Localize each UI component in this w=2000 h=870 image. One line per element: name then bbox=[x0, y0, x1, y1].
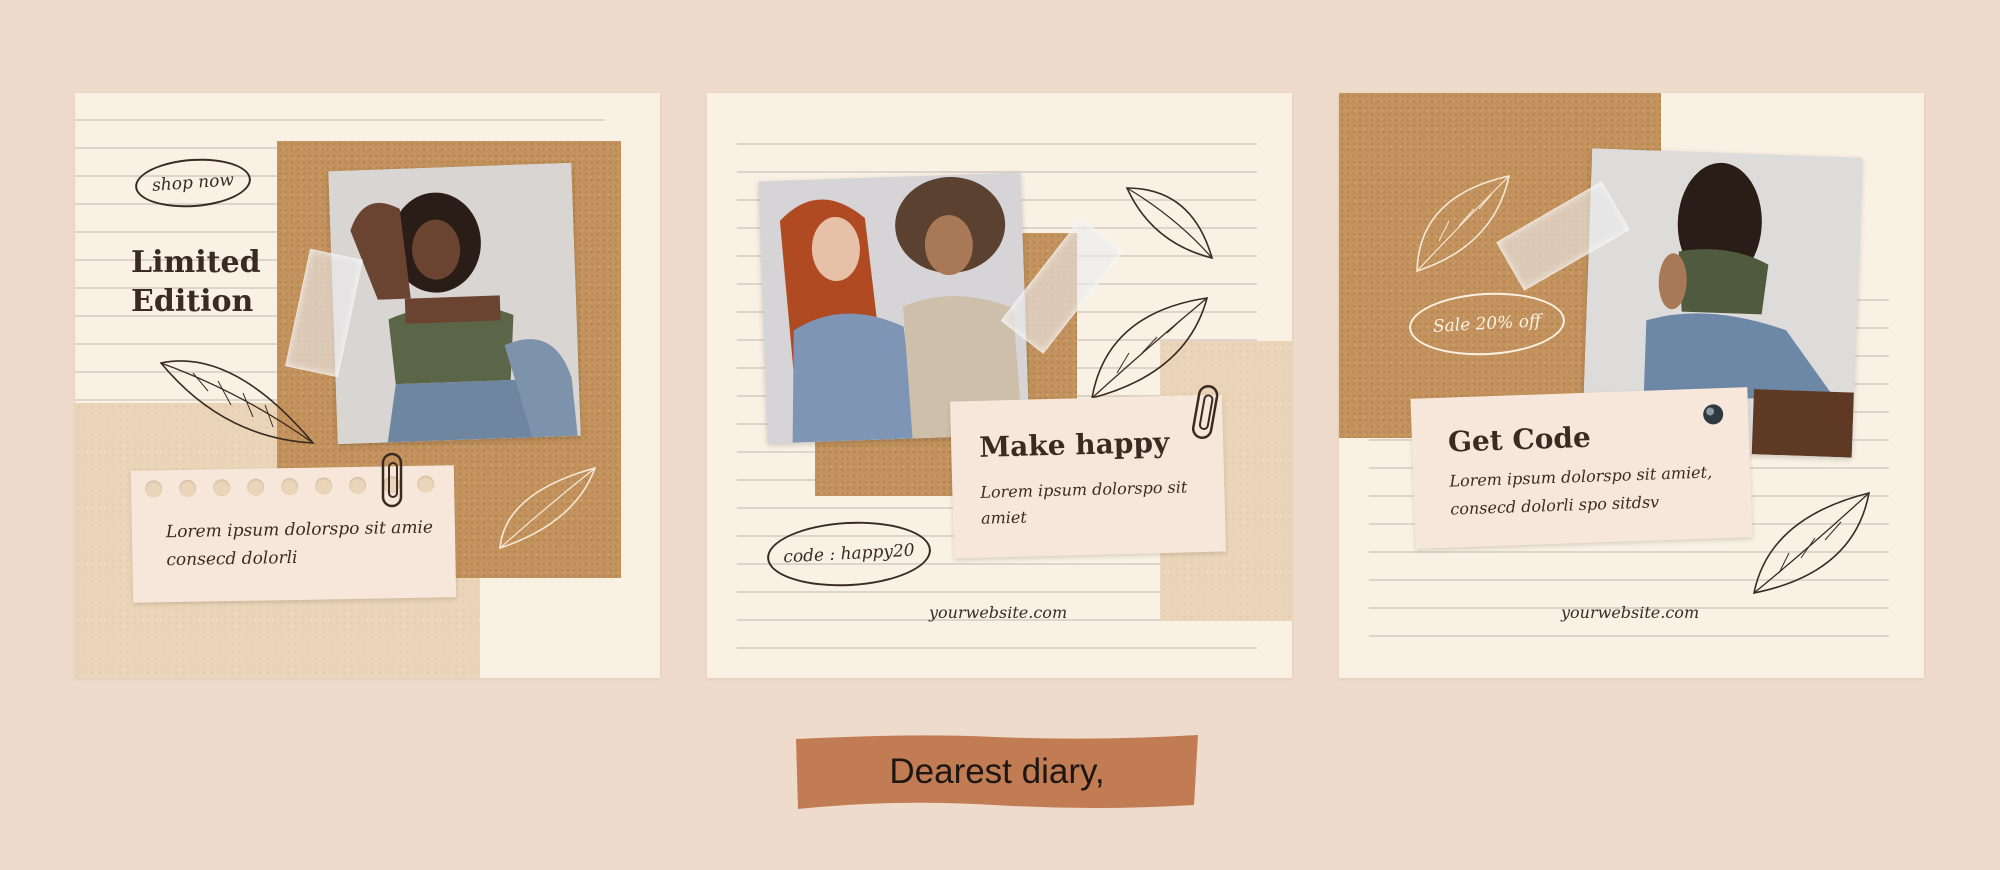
post-card-get-code: Sale 20% off Get Code Lorem ipsum dolors… bbox=[1339, 93, 1924, 678]
title-line-2: Edition bbox=[131, 284, 254, 319]
note-body-line-1: Lorem ipsum dolorspo sit amiet, bbox=[1449, 462, 1713, 491]
note-body-line-2: amiet bbox=[980, 507, 1028, 528]
note-hole bbox=[179, 479, 197, 497]
website-link[interactable]: yourwebsite.com bbox=[1561, 603, 1699, 622]
model-photo bbox=[328, 162, 581, 445]
torn-note: Get Code Lorem ipsum dolorspo sit amiet,… bbox=[1410, 387, 1753, 549]
torn-note: Make happy Lorem ipsum dolorspo sit amie… bbox=[949, 394, 1227, 559]
note-hole bbox=[145, 480, 163, 498]
note-body-line-1: Lorem ipsum dolorspo sit amie bbox=[165, 517, 434, 543]
note-hole bbox=[417, 475, 435, 493]
note-hole bbox=[281, 477, 299, 496]
note-hole bbox=[247, 478, 265, 496]
paper-clip-icon bbox=[1192, 385, 1219, 440]
leaf-outline-icon bbox=[499, 466, 597, 550]
card-title: Get Code bbox=[1447, 420, 1592, 459]
leaf-sketch-icon bbox=[1416, 174, 1511, 273]
torn-note: Lorem ipsum dolorspo sit amie consecd do… bbox=[130, 465, 457, 603]
post-card-make-happy: Make happy Lorem ipsum dolorspo sit amie… bbox=[707, 93, 1292, 678]
post-card-limited-edition: shop now Limited Edition Lorem ipsum dol… bbox=[75, 93, 660, 678]
leaf-sketch-icon bbox=[1125, 187, 1214, 260]
note-body-line-1: Lorem ipsum dolorspo sit bbox=[980, 477, 1188, 502]
card-title: Make happy bbox=[978, 425, 1170, 464]
note-body-line-2: consecd dolorli spo sitdsv bbox=[1450, 492, 1660, 519]
note-body-line-2: consecd dolorli bbox=[166, 547, 298, 571]
title-line-1: Limited bbox=[131, 245, 261, 280]
caption-banner: Dearest diary, bbox=[794, 733, 1200, 811]
caption-text: Dearest diary, bbox=[889, 752, 1105, 791]
website-link[interactable]: yourwebsite.com bbox=[929, 603, 1067, 622]
pushpin-icon bbox=[1703, 404, 1724, 425]
leaf-sketch-icon bbox=[159, 360, 315, 444]
note-hole bbox=[349, 476, 367, 495]
note-hole bbox=[315, 477, 333, 495]
note-hole bbox=[213, 479, 231, 497]
paper-clip-icon bbox=[381, 452, 403, 508]
leaf-sketch-icon bbox=[1752, 491, 1871, 595]
